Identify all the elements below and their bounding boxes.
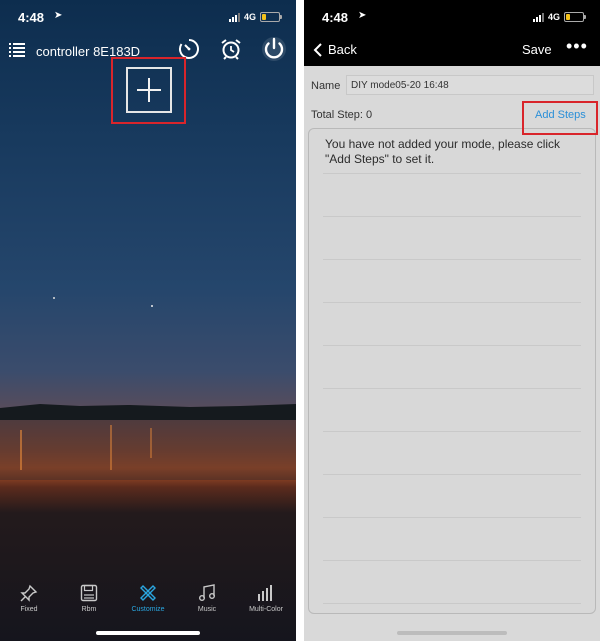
list-divider <box>323 345 581 346</box>
alarm-clock-icon[interactable] <box>220 38 242 60</box>
home-indicator <box>96 631 200 635</box>
list-divider <box>323 388 581 389</box>
battery-icon <box>564 12 586 22</box>
pin-icon <box>20 584 38 602</box>
list-divider <box>323 517 581 518</box>
bottom-tab-bar: Fixed Rbm Customize Music Multi-Color <box>0 584 296 624</box>
battery-icon <box>260 12 282 22</box>
tab-multi-color[interactable]: Multi-Color <box>241 584 291 613</box>
highlight-box-add-steps <box>522 101 598 135</box>
mode-name-input[interactable]: DIY mode05-20 16:48 <box>346 75 594 95</box>
status-time: 4:48 <box>18 10 45 25</box>
list-divider <box>323 603 581 604</box>
list-divider <box>323 560 581 561</box>
empty-state-message: You have not added your mode, please cli… <box>325 137 561 166</box>
home-indicator <box>397 631 507 635</box>
list-divider <box>323 216 581 217</box>
signal-icon <box>228 12 240 22</box>
tab-customize[interactable]: Customize <box>123 584 173 613</box>
status-bar: 4:48 ➤ 4G <box>0 8 296 28</box>
tab-music[interactable]: Music <box>182 584 232 613</box>
tab-label: Customize <box>131 606 165 613</box>
customize-screen: 4:48 ➤ 4G controller 8E183D Fixed Rbm Cu… <box>0 0 296 641</box>
music-icon <box>199 584 215 601</box>
name-label: Name <box>311 80 341 92</box>
diy-mode-screen: 4:48 ➤ 4G Back Save ••• Name DIY mode05-… <box>304 0 600 641</box>
list-divider <box>323 173 581 174</box>
signal-icon <box>532 12 544 22</box>
save-button[interactable]: Save <box>522 42 552 57</box>
location-arrow-icon: ➤ <box>358 10 367 21</box>
status-time: 4:48 <box>322 10 349 25</box>
back-button[interactable]: Back <box>313 42 357 57</box>
chevron-left-icon <box>313 42 322 57</box>
tab-label: Multi-Color <box>249 606 283 613</box>
highlight-box-add-mode <box>111 57 186 124</box>
tab-label: Rbm <box>81 606 97 613</box>
customize-icon <box>140 585 156 601</box>
list-divider <box>323 431 581 432</box>
list-menu-icon[interactable] <box>9 42 25 58</box>
total-step-count: Total Step: 0 <box>311 109 373 121</box>
bars-icon <box>258 585 272 601</box>
more-options-icon[interactable]: ••• <box>566 36 588 57</box>
status-bar: 4:48 ➤ 4G <box>304 8 600 28</box>
mode-editor: Name DIY mode05-20 16:48 Total Step: 0 A… <box>304 66 600 641</box>
steps-list: You have not added your mode, please cli… <box>308 128 596 614</box>
tab-fixed[interactable]: Fixed <box>4 584 54 613</box>
tab-rbm[interactable]: Rbm <box>64 584 114 613</box>
location-arrow-icon: ➤ <box>54 10 63 21</box>
list-divider <box>323 302 581 303</box>
tab-label: Music <box>197 606 217 613</box>
save-icon <box>80 584 98 602</box>
back-label: Back <box>328 42 357 57</box>
list-divider <box>323 259 581 260</box>
network-type: 4G <box>243 12 256 22</box>
tab-label: Fixed <box>20 606 38 613</box>
list-divider <box>323 474 581 475</box>
power-icon[interactable] <box>260 35 288 63</box>
network-type: 4G <box>547 12 560 22</box>
nav-header: Back Save ••• <box>304 36 600 62</box>
